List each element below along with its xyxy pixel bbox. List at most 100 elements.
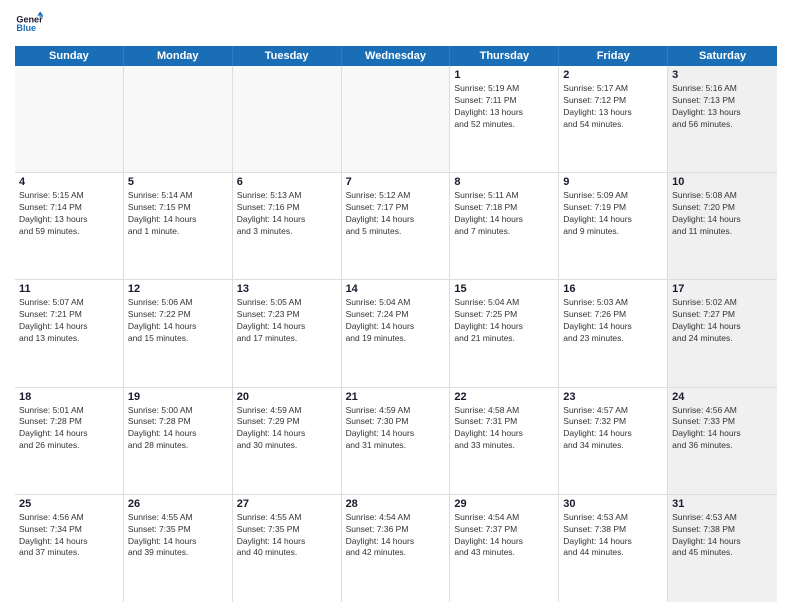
day-number: 10 bbox=[672, 176, 773, 188]
calendar-cell: 18 Sunrise: 5:01 AMSunset: 7:28 PMDayligh… bbox=[15, 388, 124, 494]
calendar-cell: 3 Sunrise: 5:16 AMSunset: 7:13 PMDaylight… bbox=[668, 66, 777, 172]
cell-text: Sunrise: 4:55 AMSunset: 7:35 PMDaylight:… bbox=[128, 512, 228, 560]
calendar-cell bbox=[15, 66, 124, 172]
day-number: 6 bbox=[237, 176, 337, 188]
calendar-cell: 19Sunrise: 5:00 AMSunset: 7:28 PMDayligh… bbox=[124, 388, 233, 494]
cell-text: Sunrise: 4:56 AMSunset: 7:34 PMDaylight:… bbox=[19, 512, 119, 560]
cell-text: Sunrise: 5:16 AMSunset: 7:13 PMDaylight:… bbox=[672, 83, 773, 131]
cell-text: Sunrise: 5:00 AMSunset: 7:28 PMDaylight:… bbox=[128, 405, 228, 453]
calendar-cell: 21 Sunrise: 4:59 AMSunset: 7:30 PMDayligh… bbox=[342, 388, 451, 494]
day-number: 30 bbox=[563, 498, 663, 510]
cell-text: Sunrise: 5:12 AMSunset: 7:17 PMDaylight:… bbox=[346, 190, 446, 238]
cell-text: Sunrise: 5:04 AMSunset: 7:25 PMDaylight:… bbox=[454, 297, 554, 345]
calendar-row: 1 Sunrise: 5:19 AMSunset: 7:11 PMDaylight… bbox=[15, 66, 777, 173]
calendar-cell: 5Sunrise: 5:14 AMSunset: 7:15 PMDaylight… bbox=[124, 173, 233, 279]
calendar-cell: 22 Sunrise: 4:58 AMSunset: 7:31 PMDayligh… bbox=[450, 388, 559, 494]
cell-text: Sunrise: 4:58 AMSunset: 7:31 PMDaylight:… bbox=[454, 405, 554, 453]
calendar-header: SundayMondayTuesdayWednesdayThursdayFrid… bbox=[15, 46, 777, 66]
calendar-cell: 14 Sunrise: 5:04 AMSunset: 7:24 PMDayligh… bbox=[342, 280, 451, 386]
day-number: 22 bbox=[454, 391, 554, 403]
cell-text: Sunrise: 4:55 AMSunset: 7:35 PMDaylight:… bbox=[237, 512, 337, 560]
calendar-row: 25 Sunrise: 4:56 AMSunset: 7:34 PMDayligh… bbox=[15, 495, 777, 602]
cell-text: Sunrise: 5:01 AMSunset: 7:28 PMDaylight:… bbox=[19, 405, 119, 453]
calendar-cell: 20 Sunrise: 4:59 AMSunset: 7:29 PMDayligh… bbox=[233, 388, 342, 494]
header-cell-sunday: Sunday bbox=[15, 46, 124, 66]
day-number: 21 bbox=[346, 391, 446, 403]
calendar-cell: 26 Sunrise: 4:55 AMSunset: 7:35 PMDayligh… bbox=[124, 495, 233, 602]
cell-text: Sunrise: 5:02 AMSunset: 7:27 PMDaylight:… bbox=[672, 297, 773, 345]
day-number: 14 bbox=[346, 283, 446, 295]
cell-text: Sunrise: 5:07 AMSunset: 7:21 PMDaylight:… bbox=[19, 297, 119, 345]
calendar-cell: 30Sunrise: 4:53 AMSunset: 7:38 PMDayligh… bbox=[559, 495, 668, 602]
day-number: 3 bbox=[672, 69, 773, 81]
day-number: 23 bbox=[563, 391, 663, 403]
day-number: 24 bbox=[672, 391, 773, 403]
cell-text: Sunrise: 4:59 AMSunset: 7:30 PMDaylight:… bbox=[346, 405, 446, 453]
cell-text: Sunrise: 5:19 AMSunset: 7:11 PMDaylight:… bbox=[454, 83, 554, 131]
cell-text: Sunrise: 5:05 AMSunset: 7:23 PMDaylight:… bbox=[237, 297, 337, 345]
calendar-cell: 15 Sunrise: 5:04 AMSunset: 7:25 PMDayligh… bbox=[450, 280, 559, 386]
calendar-cell: 29Sunrise: 4:54 AMSunset: 7:37 PMDayligh… bbox=[450, 495, 559, 602]
day-number: 4 bbox=[19, 176, 119, 188]
day-number: 11 bbox=[19, 283, 119, 295]
calendar-cell: 8 Sunrise: 5:11 AMSunset: 7:18 PMDaylight… bbox=[450, 173, 559, 279]
calendar-cell bbox=[124, 66, 233, 172]
calendar-row: 4 Sunrise: 5:15 AMSunset: 7:14 PMDaylight… bbox=[15, 173, 777, 280]
day-number: 25 bbox=[19, 498, 119, 510]
day-number: 31 bbox=[672, 498, 773, 510]
header-cell-wednesday: Wednesday bbox=[342, 46, 451, 66]
day-number: 15 bbox=[454, 283, 554, 295]
cell-text: Sunrise: 4:56 AMSunset: 7:33 PMDaylight:… bbox=[672, 405, 773, 453]
cell-text: Sunrise: 4:53 AMSunset: 7:38 PMDaylight:… bbox=[672, 512, 773, 560]
day-number: 26 bbox=[128, 498, 228, 510]
cell-text: Sunrise: 4:54 AMSunset: 7:37 PMDaylight:… bbox=[454, 512, 554, 560]
header-cell-friday: Friday bbox=[559, 46, 668, 66]
calendar-cell: 16 Sunrise: 5:03 AMSunset: 7:26 PMDayligh… bbox=[559, 280, 668, 386]
day-number: 27 bbox=[237, 498, 337, 510]
cell-text: Sunrise: 4:57 AMSunset: 7:32 PMDaylight:… bbox=[563, 405, 663, 453]
calendar-cell: 9 Sunrise: 5:09 AMSunset: 7:19 PMDaylight… bbox=[559, 173, 668, 279]
cell-text: Sunrise: 5:11 AMSunset: 7:18 PMDaylight:… bbox=[454, 190, 554, 238]
cell-text: Sunrise: 4:59 AMSunset: 7:29 PMDaylight:… bbox=[237, 405, 337, 453]
cell-text: Sunrise: 5:15 AMSunset: 7:14 PMDaylight:… bbox=[19, 190, 119, 238]
calendar-cell: 31 Sunrise: 4:53 AMSunset: 7:38 PMDayligh… bbox=[668, 495, 777, 602]
day-number: 13 bbox=[237, 283, 337, 295]
day-number: 8 bbox=[454, 176, 554, 188]
calendar-cell: 10Sunrise: 5:08 AMSunset: 7:20 PMDayligh… bbox=[668, 173, 777, 279]
day-number: 20 bbox=[237, 391, 337, 403]
cell-text: Sunrise: 5:04 AMSunset: 7:24 PMDaylight:… bbox=[346, 297, 446, 345]
calendar-cell: 12Sunrise: 5:06 AMSunset: 7:22 PMDayligh… bbox=[124, 280, 233, 386]
calendar-cell: 13 Sunrise: 5:05 AMSunset: 7:23 PMDayligh… bbox=[233, 280, 342, 386]
cell-text: Sunrise: 5:13 AMSunset: 7:16 PMDaylight:… bbox=[237, 190, 337, 238]
calendar-cell: 4 Sunrise: 5:15 AMSunset: 7:14 PMDaylight… bbox=[15, 173, 124, 279]
day-number: 12 bbox=[128, 283, 228, 295]
header-cell-tuesday: Tuesday bbox=[233, 46, 342, 66]
calendar-cell: 1 Sunrise: 5:19 AMSunset: 7:11 PMDaylight… bbox=[450, 66, 559, 172]
cell-text: Sunrise: 5:14 AMSunset: 7:15 PMDaylight:… bbox=[128, 190, 228, 238]
day-number: 18 bbox=[19, 391, 119, 403]
logo: General Blue bbox=[15, 10, 47, 38]
calendar: SundayMondayTuesdayWednesdayThursdayFrid… bbox=[15, 46, 777, 602]
calendar-cell bbox=[233, 66, 342, 172]
logo-icon: General Blue bbox=[15, 10, 43, 38]
day-number: 7 bbox=[346, 176, 446, 188]
calendar-cell: 6 Sunrise: 5:13 AMSunset: 7:16 PMDaylight… bbox=[233, 173, 342, 279]
header-cell-saturday: Saturday bbox=[668, 46, 777, 66]
cell-text: Sunrise: 5:03 AMSunset: 7:26 PMDaylight:… bbox=[563, 297, 663, 345]
calendar-row: 11 Sunrise: 5:07 AMSunset: 7:21 PMDayligh… bbox=[15, 280, 777, 387]
header-cell-thursday: Thursday bbox=[450, 46, 559, 66]
calendar-row: 18 Sunrise: 5:01 AMSunset: 7:28 PMDayligh… bbox=[15, 388, 777, 495]
calendar-body: 1 Sunrise: 5:19 AMSunset: 7:11 PMDaylight… bbox=[15, 66, 777, 602]
calendar-cell: 2Sunrise: 5:17 AMSunset: 7:12 PMDaylight… bbox=[559, 66, 668, 172]
calendar-cell: 17 Sunrise: 5:02 AMSunset: 7:27 PMDayligh… bbox=[668, 280, 777, 386]
cell-text: Sunrise: 5:09 AMSunset: 7:19 PMDaylight:… bbox=[563, 190, 663, 238]
day-number: 17 bbox=[672, 283, 773, 295]
calendar-cell: 11 Sunrise: 5:07 AMSunset: 7:21 PMDayligh… bbox=[15, 280, 124, 386]
day-number: 9 bbox=[563, 176, 663, 188]
calendar-cell: 24 Sunrise: 4:56 AMSunset: 7:33 PMDayligh… bbox=[668, 388, 777, 494]
calendar-cell: 25 Sunrise: 4:56 AMSunset: 7:34 PMDayligh… bbox=[15, 495, 124, 602]
day-number: 28 bbox=[346, 498, 446, 510]
day-number: 1 bbox=[454, 69, 554, 81]
cell-text: Sunrise: 5:17 AMSunset: 7:12 PMDaylight:… bbox=[563, 83, 663, 131]
day-number: 16 bbox=[563, 283, 663, 295]
